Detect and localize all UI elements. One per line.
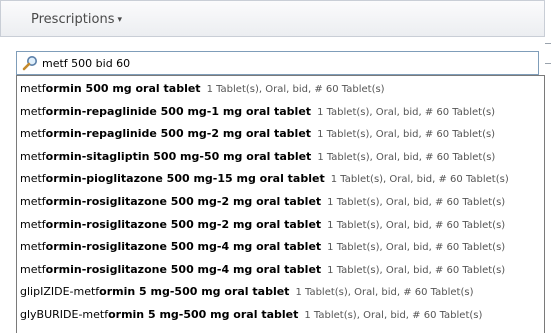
matched-prefix: metf bbox=[20, 262, 46, 276]
prescriptions-menu-button[interactable]: Prescriptions ▾ bbox=[31, 12, 122, 27]
medication-dose: 500 mg-1 mg oral tablet bbox=[156, 104, 312, 118]
medication-dose: 500 mg-15 mg oral tablet bbox=[162, 172, 325, 186]
matched-prefix: metf bbox=[20, 240, 46, 254]
list-item[interactable]: metformin-rosiglitazone 500 mg-4 mg oral… bbox=[20, 236, 540, 258]
search-input[interactable] bbox=[42, 54, 522, 72]
list-item[interactable]: glyBURIDE-metformin 5 mg-500 mg oral tab… bbox=[20, 304, 540, 326]
default-sig: 1 Tablet(s), Oral, bid, # 60 Tablet(s) bbox=[317, 129, 496, 141]
divider bbox=[545, 63, 551, 64]
medication-dose: 500 mg-2 mg oral tablet bbox=[166, 195, 322, 208]
matched-prefix: metf bbox=[20, 127, 46, 141]
list-item[interactable]: metformin-sitagliptin 500 mg-50 mg oral … bbox=[20, 146, 540, 168]
matched-prefix: metf bbox=[20, 195, 46, 208]
default-sig: 1 Tablet(s), Oral, bid, # 60 Tablet(s) bbox=[327, 219, 506, 231]
medication-dose: 500 mg-2 mg oral tablet bbox=[156, 127, 312, 141]
list-item[interactable]: metformin-repaglinide 500 mg-1 mg oral t… bbox=[20, 101, 540, 123]
matched-prefix: metf bbox=[20, 104, 46, 118]
search-magnifier-icon bbox=[22, 56, 37, 71]
medication-dose: 500 mg-2 mg oral tablet bbox=[166, 217, 322, 231]
list-item[interactable]: metformin-rosiglitazone 500 mg-4 mg oral… bbox=[20, 259, 540, 281]
medication-name: glipIZIDE-metformin 5 mg-500 mg oral tab… bbox=[20, 285, 289, 298]
medication-name: metformin-rosiglitazone 500 mg-4 mg oral… bbox=[20, 263, 321, 276]
medication-name: metformin-sitagliptin 500 mg-50 mg oral … bbox=[20, 150, 311, 163]
prescriptions-header: Prescriptions ▾ bbox=[0, 0, 545, 37]
medication-name-rest: ormin-rosiglitazone bbox=[45, 217, 167, 231]
medication-name-rest: ormin-pioglitazone bbox=[45, 172, 163, 186]
medication-dose: 500 mg-50 mg oral tablet bbox=[149, 149, 312, 163]
medication-name-rest: ormin-repaglinide bbox=[45, 127, 157, 141]
default-sig: 1 Tablet(s), Oral, bid, # 60 Tablet(s) bbox=[330, 174, 509, 186]
matched-prefix: glipIZIDE-metf bbox=[20, 285, 100, 299]
medication-name-rest: ormin-rosiglitazone bbox=[45, 240, 167, 254]
default-sig: 1 Tablet(s), Oral, bid, # 60 Tablet(s) bbox=[304, 310, 483, 321]
list-item[interactable]: glipIZIDE-metformin 5 mg-500 mg oral tab… bbox=[20, 281, 540, 303]
list-item[interactable]: metformin-repaglinide 500 mg-2 mg oral t… bbox=[20, 123, 540, 145]
medication-name-rest: ormin bbox=[45, 82, 82, 95]
medication-name: metformin 500 mg oral tablet bbox=[20, 82, 201, 95]
default-sig: 1 Tablet(s), Oral, bid, # 60 Tablet(s) bbox=[327, 264, 506, 276]
list-item[interactable]: metformin 500 mg oral tablet 1 Tablet(s),… bbox=[20, 78, 540, 100]
autocomplete-results-list: metformin 500 mg oral tablet 1 Tablet(s),… bbox=[16, 75, 545, 333]
matched-prefix: glyBURIDE-metf bbox=[20, 308, 109, 321]
prescriptions-title: Prescriptions bbox=[31, 12, 115, 27]
default-sig: 1 Tablet(s), Oral, bid, # 60 Tablet(s) bbox=[327, 197, 506, 208]
medication-name-rest: ormin-sitagliptin bbox=[45, 149, 150, 163]
medication-name: metformin-rosiglitazone 500 mg-2 mg oral… bbox=[20, 195, 321, 208]
medication-name-rest: ormin bbox=[99, 285, 136, 299]
list-item[interactable]: metformin-rosiglitazone 500 mg-2 mg oral… bbox=[20, 191, 540, 213]
default-sig: 1 Tablet(s), Oral, bid, # 60 Tablet(s) bbox=[317, 106, 496, 118]
list-item[interactable]: metformin-rosiglitazone 500 mg-2 mg oral… bbox=[20, 214, 540, 236]
list-item[interactable]: metformin-pioglitazone 500 mg-15 mg oral… bbox=[20, 168, 540, 190]
default-sig: 1 Tablet(s), Oral, bid, # 60 Tablet(s) bbox=[295, 287, 474, 299]
matched-prefix: metf bbox=[20, 172, 46, 186]
medication-dose: 5 mg-500 mg oral tablet bbox=[135, 285, 290, 299]
medication-search-box[interactable] bbox=[16, 51, 539, 75]
medication-name-rest: ormin-rosiglitazone bbox=[45, 262, 167, 276]
medication-name: metformin-repaglinide 500 mg-2 mg oral t… bbox=[20, 127, 311, 140]
matched-prefix: metf bbox=[20, 217, 46, 231]
medication-name: glyBURIDE-metformin 5 mg-500 mg oral tab… bbox=[20, 308, 298, 321]
matched-prefix: metf bbox=[20, 149, 46, 163]
default-sig: 1 Tablet(s), Oral, bid, # 60 Tablet(s) bbox=[206, 84, 385, 95]
default-sig: 1 Tablet(s), Oral, bid, # 60 Tablet(s) bbox=[327, 242, 506, 254]
medication-name-rest: ormin bbox=[108, 308, 145, 321]
chevron-down-icon: ▾ bbox=[117, 15, 123, 25]
medication-name: metformin-rosiglitazone 500 mg-2 mg oral… bbox=[20, 218, 321, 231]
medication-dose: 500 mg oral tablet bbox=[81, 82, 201, 95]
divider bbox=[545, 43, 551, 44]
medication-name-rest: ormin-rosiglitazone bbox=[45, 195, 167, 208]
medication-name-rest: ormin-repaglinide bbox=[45, 104, 157, 118]
medication-dose: 500 mg-4 mg oral tablet bbox=[166, 262, 322, 276]
medication-name: metformin-rosiglitazone 500 mg-4 mg oral… bbox=[20, 240, 321, 253]
medication-dose: 5 mg-500 mg oral tablet bbox=[144, 308, 299, 321]
matched-prefix: metf bbox=[20, 82, 46, 95]
default-sig: 1 Tablet(s), Oral, bid, # 60 Tablet(s) bbox=[317, 151, 496, 163]
medication-name: metformin-repaglinide 500 mg-1 mg oral t… bbox=[20, 105, 311, 118]
medication-name: metformin-pioglitazone 500 mg-15 mg oral… bbox=[20, 172, 325, 185]
medication-dose: 500 mg-4 mg oral tablet bbox=[166, 240, 322, 254]
